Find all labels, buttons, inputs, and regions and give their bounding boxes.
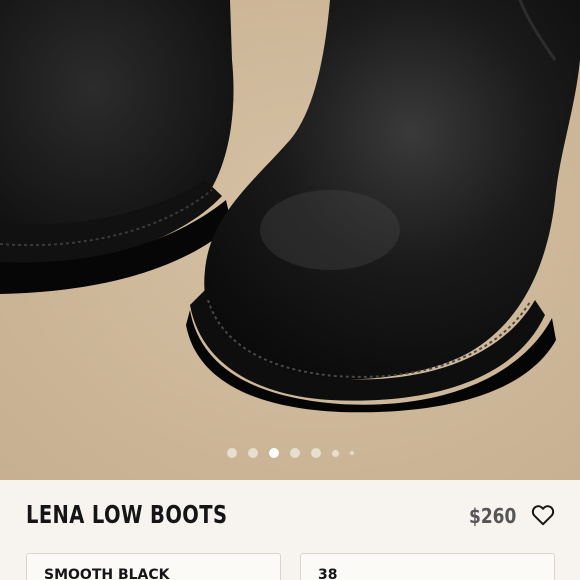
color-selector-value: SMOOTH BLACK (44, 567, 170, 580)
carousel-dot[interactable] (331, 449, 339, 457)
carousel-dot[interactable] (226, 448, 237, 458)
product-screen: LENA LOW BOOTS $260 SMOOTH BLACK 38 (0, 0, 580, 580)
product-price: $260 (469, 504, 517, 528)
heart-outline-icon (531, 505, 555, 526)
product-title: LENA LOW BOOTS (26, 500, 228, 529)
carousel-dot[interactable] (289, 448, 300, 458)
color-selector[interactable]: SMOOTH BLACK (26, 553, 281, 580)
carousel-dot-active[interactable] (268, 448, 279, 458)
favorite-button[interactable] (530, 502, 556, 528)
product-image-carousel[interactable] (0, 0, 580, 480)
size-selector-value: 38 (318, 567, 338, 580)
product-info-panel: LENA LOW BOOTS $260 SMOOTH BLACK 38 (0, 480, 580, 580)
size-selector[interactable]: 38 (300, 553, 555, 580)
carousel-dot[interactable] (310, 448, 321, 458)
carousel-pagination (0, 447, 580, 459)
carousel-dot[interactable] (247, 448, 258, 458)
carousel-dot[interactable] (349, 451, 354, 455)
product-photo (0, 0, 580, 480)
